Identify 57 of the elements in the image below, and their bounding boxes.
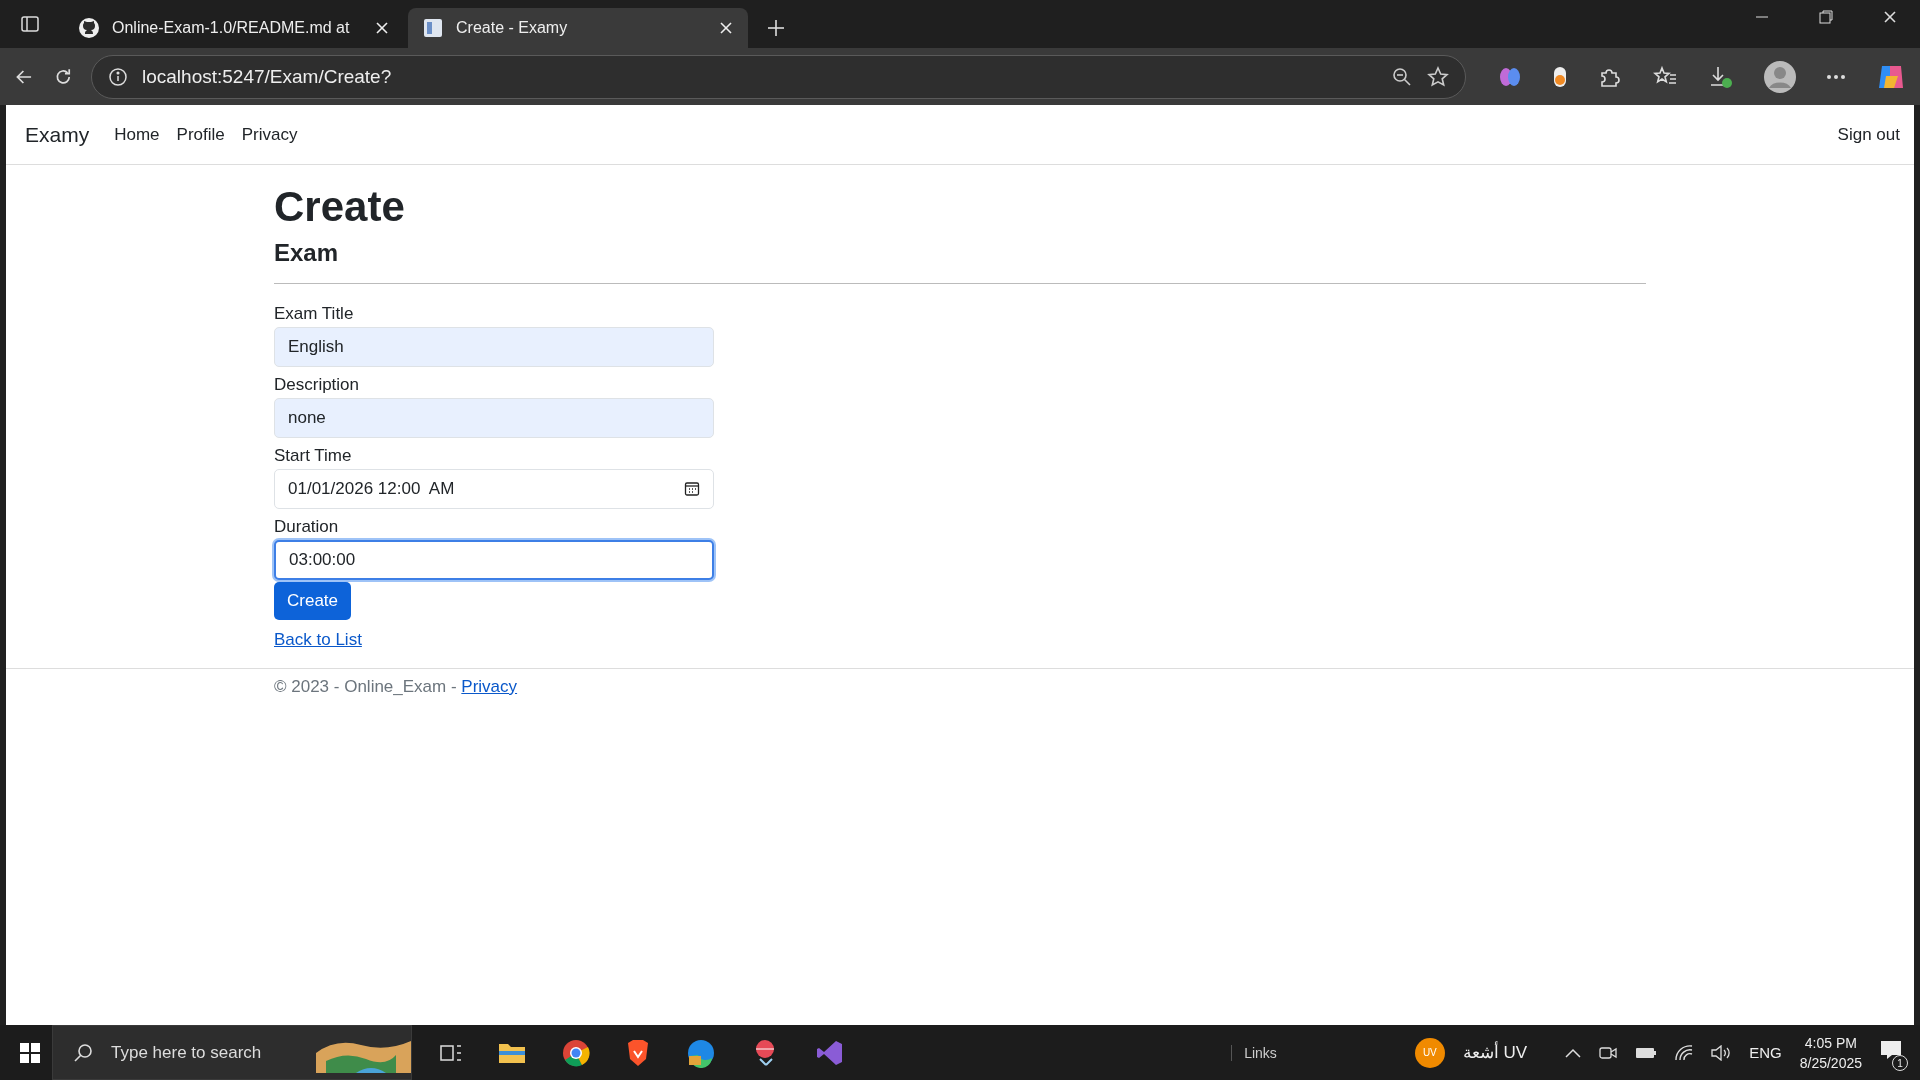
input-field[interactable]: 03:00:00: [274, 540, 714, 580]
links-toolbar-label[interactable]: Links: [1231, 1044, 1277, 1061]
search-icon: [73, 1042, 93, 1063]
profile-avatar-icon[interactable]: [1764, 60, 1796, 93]
close-tab-icon[interactable]: [374, 20, 390, 36]
zoom-out-icon[interactable]: [1391, 65, 1413, 88]
lion-shield-icon[interactable]: [626, 1038, 650, 1067]
language-indicator[interactable]: ENG: [1749, 1044, 1782, 1061]
page-heading: Create: [274, 183, 406, 231]
input-field[interactable]: none: [274, 398, 714, 438]
edge-browser-icon[interactable]: [686, 1037, 716, 1068]
clock-date: 8/25/2025: [1799, 1054, 1862, 1071]
nav-link[interactable]: Profile: [176, 124, 225, 145]
task-view-icon[interactable]: [440, 1042, 462, 1063]
windows-start-icon[interactable]: [20, 1042, 40, 1063]
speaker-icon[interactable]: [1711, 1044, 1732, 1061]
back-to-list-link[interactable]: Back to List: [274, 630, 362, 650]
notification-icon[interactable]: [1880, 1040, 1902, 1060]
input-field[interactable]: 01/01/2026 12:00 AM: [274, 469, 714, 509]
clock-time: 4:05 PM: [1804, 1034, 1857, 1051]
github-icon: [78, 17, 100, 39]
camera-icon[interactable]: [1599, 1044, 1618, 1061]
privacy-link[interactable]: Privacy: [461, 677, 518, 696]
nav-link[interactable]: Privacy: [241, 124, 298, 145]
create-button[interactable]: Create: [274, 582, 352, 620]
sign-out-link[interactable]: Sign out: [1837, 124, 1900, 145]
visual-studio-icon[interactable]: [816, 1038, 844, 1067]
extension-toggle-icon[interactable]: [1552, 64, 1568, 89]
chrome-browser-icon[interactable]: [562, 1038, 590, 1067]
field-label: Description: [274, 375, 361, 395]
taskbar-search-field[interactable]: Type here to search: [52, 1025, 412, 1080]
browser-tab[interactable]: Online-Exam-1.0/README.md at: [64, 8, 404, 48]
star-icon[interactable]: [1427, 65, 1449, 88]
wifi-icon[interactable]: [1675, 1044, 1694, 1061]
browser-tab[interactable]: Create - Examy: [408, 8, 748, 48]
field-label: Duration: [274, 517, 340, 537]
footer-text: © 2023 - Online_Exam - Privacy: [274, 677, 519, 697]
taskbar-clock[interactable]: 4:05 PM 8/25/2025: [1799, 1034, 1862, 1071]
close-tab-icon[interactable]: [718, 20, 734, 36]
weather-text[interactable]: أشعة UV: [1462, 1042, 1528, 1063]
close-icon[interactable]: [1882, 9, 1898, 25]
chevron-up-icon[interactable]: [1565, 1047, 1582, 1058]
page-icon: [422, 17, 444, 39]
input-field[interactable]: English: [274, 327, 714, 367]
notification-count: 1: [1892, 1055, 1908, 1071]
new-tab-icon[interactable]: [766, 18, 786, 38]
battery-icon[interactable]: [1635, 1046, 1658, 1059]
calendar-icon[interactable]: [684, 481, 700, 497]
brand-link[interactable]: Examy: [25, 122, 90, 147]
sidebar-icon[interactable]: [20, 14, 40, 34]
more-icon[interactable]: [1826, 73, 1846, 80]
section-heading: Exam: [274, 239, 340, 267]
nav-link[interactable]: Home: [114, 124, 160, 145]
field-label: Exam Title: [274, 304, 355, 324]
restore-icon[interactable]: [1818, 9, 1834, 25]
field-label: Start Time: [274, 446, 353, 466]
info-icon[interactable]: [108, 66, 128, 87]
